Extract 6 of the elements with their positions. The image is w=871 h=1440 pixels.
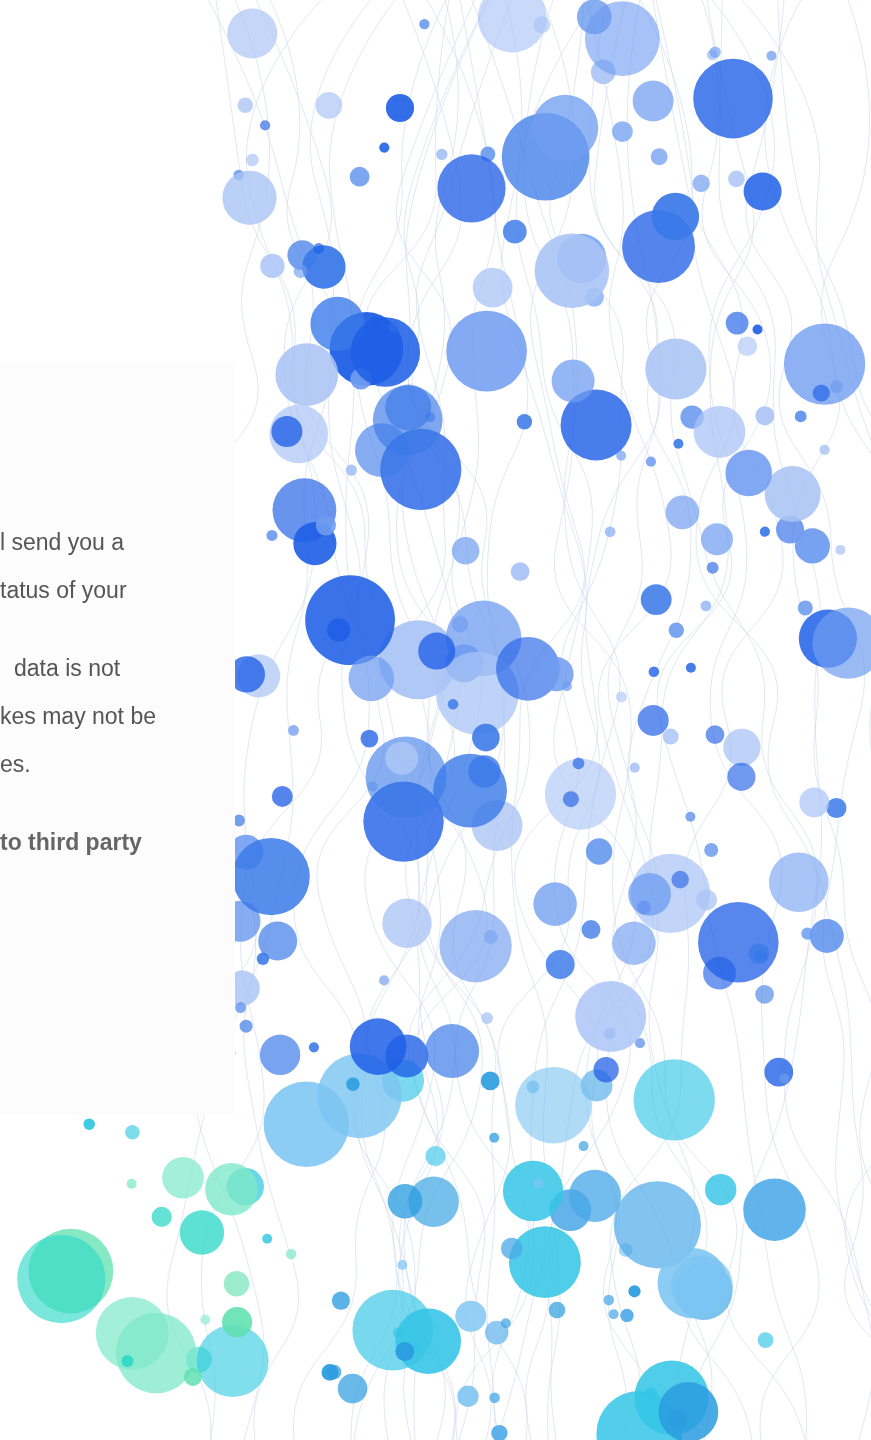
text-line: data is not: [13, 654, 122, 683]
text-line: l send you a: [0, 528, 126, 557]
text-line: to third party: [0, 828, 143, 857]
text-line: kes may not be: [0, 702, 157, 731]
text-line: tatus of your: [0, 576, 128, 605]
text-line: es.: [0, 750, 32, 779]
